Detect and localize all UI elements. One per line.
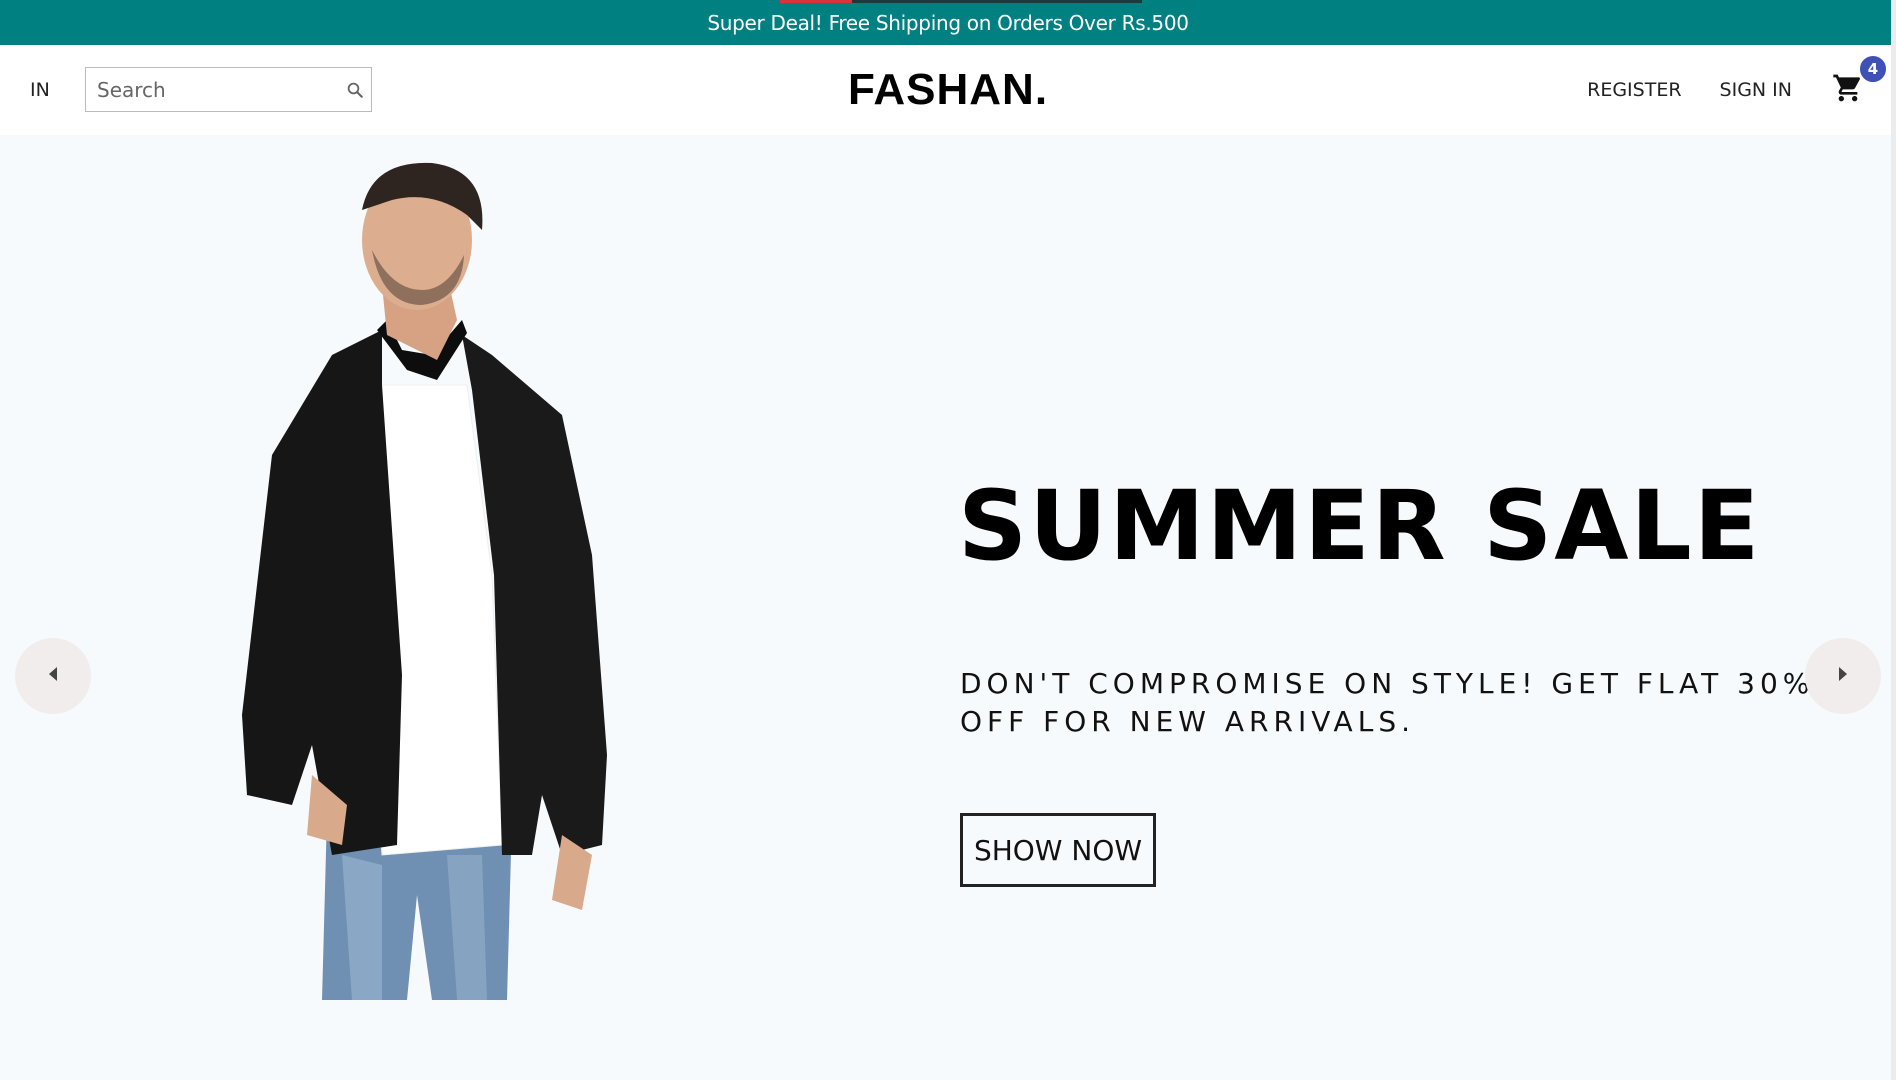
hero-model-image bbox=[242, 162, 607, 1000]
sign-in-link[interactable]: SIGN IN bbox=[1720, 79, 1792, 101]
nav-actions: REGISTER SIGN IN 4 bbox=[1587, 45, 1888, 135]
hero-description: DON'T COMPROMISE ON STYLE! GET FLAT 30% … bbox=[960, 667, 1815, 738]
search-input[interactable] bbox=[97, 77, 346, 102]
announcement-bar: Super Deal! Free Shipping on Orders Over… bbox=[0, 0, 1896, 45]
scrollbar[interactable] bbox=[1891, 0, 1896, 1080]
navbar: IN FASHAN. REGISTER SIGN IN 4 bbox=[0, 45, 1896, 135]
slider-next-button[interactable] bbox=[1805, 638, 1881, 714]
cart-icon bbox=[1832, 72, 1864, 108]
progress-bar-red bbox=[780, 0, 852, 3]
hero-title: SUMMER SALE bbox=[958, 470, 1762, 582]
cart-count-badge: 4 bbox=[1858, 54, 1888, 84]
language-selector[interactable]: IN bbox=[30, 79, 50, 101]
search-icon[interactable] bbox=[346, 79, 364, 101]
show-now-button[interactable]: SHOW NOW bbox=[960, 813, 1156, 887]
register-link[interactable]: REGISTER bbox=[1587, 79, 1681, 101]
slider-prev-button[interactable] bbox=[15, 638, 91, 714]
cart-button[interactable]: 4 bbox=[1830, 54, 1888, 108]
site-logo[interactable]: FASHAN. bbox=[848, 65, 1048, 114]
arrow-left-icon bbox=[47, 666, 59, 686]
announcement-text: Super Deal! Free Shipping on Orders Over… bbox=[707, 10, 1189, 35]
progress-bar-dark bbox=[852, 0, 1142, 3]
hero-slider: SUMMER SALE DON'T COMPROMISE ON STYLE! G… bbox=[0, 135, 1896, 1080]
search-box bbox=[85, 67, 372, 112]
arrow-right-icon bbox=[1837, 666, 1849, 686]
